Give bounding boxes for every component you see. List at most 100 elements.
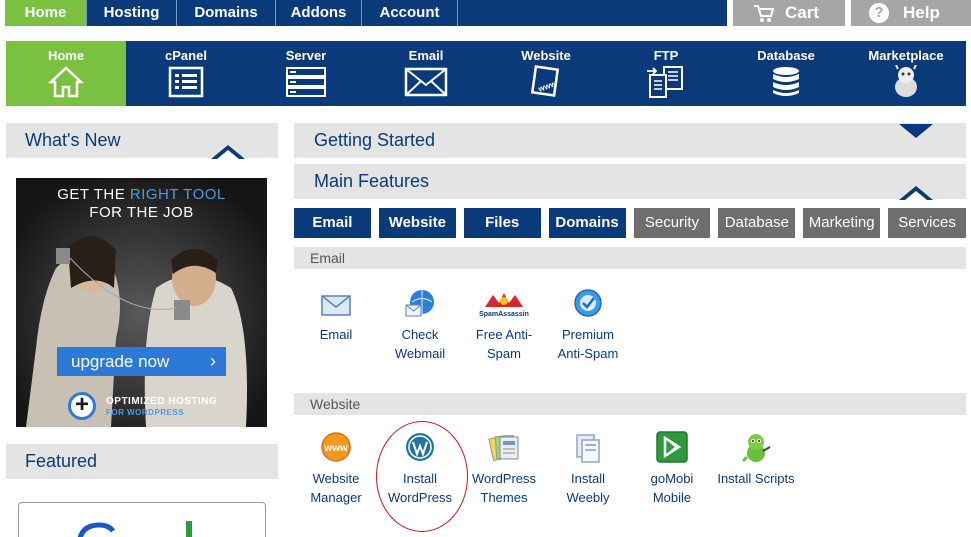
house-icon [48, 66, 84, 98]
collapse-up-icon[interactable] [211, 145, 245, 159]
tab-website-label: Website [521, 48, 571, 63]
cart-button[interactable]: Cart [733, 0, 845, 26]
highlight-circle [376, 421, 468, 532]
help-button[interactable]: ? Help [851, 0, 971, 26]
ad-wordpress-text: FOR WORDPRESS [106, 408, 185, 417]
feature-check-webmail-line2: Webmail [394, 346, 446, 361]
ad-subheadline: FOR THE JOB [89, 204, 194, 221]
tab-cpanel[interactable]: cPanel [126, 41, 246, 106]
feature-free-anti-spam[interactable]: SpamAssassin Free Anti- Spam [464, 287, 544, 363]
feature-tab-files[interactable]: Files [463, 208, 541, 238]
envelope-icon [404, 67, 448, 97]
server-icon [286, 67, 326, 97]
expand-down-icon[interactable] [899, 124, 933, 138]
plus-circle-icon [68, 391, 96, 420]
themes-stack-icon [488, 434, 519, 462]
spamassassin-logo-text: SpamAssassin [479, 311, 529, 318]
cart-label: Cart [785, 3, 820, 22]
feature-install-weebly-line2: Weebly [566, 490, 610, 505]
collapse-up-icon[interactable] [899, 186, 933, 200]
feature-tab-marketing[interactable]: Marketing [803, 208, 881, 238]
top-nav-addons[interactable]: Addons [276, 0, 362, 26]
tab-email-label: Email [408, 48, 444, 63]
tab-website[interactable]: Website www [486, 41, 606, 106]
featured-header[interactable]: Featured [6, 444, 278, 479]
spamassassin-logo: SpamAssassin [479, 293, 529, 318]
top-nav-domains[interactable]: Domains [177, 0, 276, 26]
top-nav: Home Hosting Domains Addons Account Cart… [0, 0, 971, 26]
feature-website-manager-line1: Website [312, 471, 360, 486]
feature-gomobi-mobile-line1: goMobi [650, 471, 694, 486]
getting-started-header[interactable]: Getting Started [294, 123, 966, 158]
tab-server-label: Server [285, 48, 327, 63]
feature-premium-anti-spam[interactable]: Premium Anti-Spam [548, 287, 628, 363]
ad-headline: GET THE RIGHT TOOL [16, 186, 267, 203]
feature-tab-database[interactable]: Database [718, 208, 796, 238]
tab-ftp-label: FTP [653, 48, 679, 63]
feature-tab-services[interactable]: Services [888, 208, 966, 238]
feature-tab-security[interactable]: Security [633, 208, 711, 238]
featured-title: Featured [25, 451, 98, 471]
upgrade-now-label: upgrade now [71, 352, 170, 371]
website-section-header: Website [294, 393, 966, 415]
main-features-header[interactable]: Main Features [294, 164, 966, 199]
cpanel-icon [168, 66, 204, 98]
cart-icon [753, 3, 775, 23]
feature-install-scripts[interactable]: Install Scripts [714, 431, 798, 488]
help-icon: ? [869, 3, 889, 23]
feature-wordpress-themes-line1: WordPress [471, 471, 537, 486]
tab-home[interactable]: Home [6, 41, 126, 106]
tab-database[interactable]: Database [726, 41, 846, 106]
feature-tab-email[interactable]: Email [294, 208, 371, 238]
premium-shield-icon [574, 289, 602, 317]
feature-free-anti-spam-line2: Spam [487, 346, 521, 361]
top-nav-account[interactable]: Account [362, 0, 458, 26]
feature-email-line1: Email [319, 327, 353, 342]
feature-tab-domains[interactable]: Domains [548, 208, 626, 238]
whats-new-title: What's New [25, 130, 121, 150]
getting-started-title: Getting Started [314, 130, 436, 150]
scripts-mascot-icon [741, 434, 771, 463]
www-badge-text: www [323, 443, 348, 454]
upgrade-now-button[interactable]: upgrade now › [57, 347, 226, 376]
feature-wordpress-themes[interactable]: WordPress Themes [464, 431, 544, 507]
feature-tabs: Email Website Files Domains Security Dat… [294, 208, 966, 238]
feature-free-anti-spam-line1: Free Anti- [475, 327, 533, 342]
tab-cpanel-label: cPanel [165, 48, 207, 63]
gomobi-play-icon [656, 431, 688, 463]
feature-website-manager[interactable]: www Website Manager [296, 431, 376, 507]
email-section-header: Email [294, 247, 966, 269]
main-icon-bar: Home cPanel Server Email Website www FTP… [6, 41, 966, 106]
feature-email[interactable]: Email [296, 287, 376, 344]
feature-gomobi-mobile[interactable]: goMobi Mobile [632, 431, 712, 507]
featured-logo-partial [77, 521, 192, 537]
ftp-transfer-icon [647, 66, 683, 98]
feature-premium-anti-spam-line1: Premium [561, 327, 614, 342]
top-nav-hosting[interactable]: Hosting [87, 0, 177, 26]
feature-install-scripts-line1: Install Scripts [717, 471, 795, 486]
tab-ftp[interactable]: FTP [606, 41, 726, 106]
ad-headline-part1: GET THE [57, 186, 130, 203]
mascot-icon [895, 65, 917, 97]
tab-database-label: Database [757, 48, 815, 63]
top-nav-home[interactable]: Home [5, 0, 87, 26]
feature-install-weebly-line1: Install [571, 471, 605, 486]
feature-premium-anti-spam-line2: Anti-Spam [557, 346, 619, 361]
feature-check-webmail[interactable]: Check Webmail [380, 287, 460, 363]
envelope-icon [321, 295, 351, 316]
feature-gomobi-mobile-line2: Mobile [652, 490, 692, 505]
feature-tab-website[interactable]: Website [378, 208, 456, 238]
featured-box[interactable] [18, 502, 266, 537]
tab-email[interactable]: Email [366, 41, 486, 106]
chevron-right-icon: › [210, 351, 216, 371]
feature-wordpress-themes-line2: Themes [480, 490, 528, 505]
tab-marketplace[interactable]: Marketplace [846, 41, 966, 106]
feature-website-manager-line2: Manager [310, 490, 362, 505]
webmail-globe-icon [405, 290, 434, 317]
database-icon [773, 67, 799, 96]
main-features-title: Main Features [314, 171, 430, 191]
feature-install-weebly[interactable]: Install Weebly [548, 431, 628, 507]
upgrade-advertisement[interactable]: GET THE RIGHT TOOL FOR THE JOB upgrade n… [16, 178, 267, 427]
tab-server[interactable]: Server [246, 41, 366, 106]
web-page-icon: www [530, 65, 560, 97]
